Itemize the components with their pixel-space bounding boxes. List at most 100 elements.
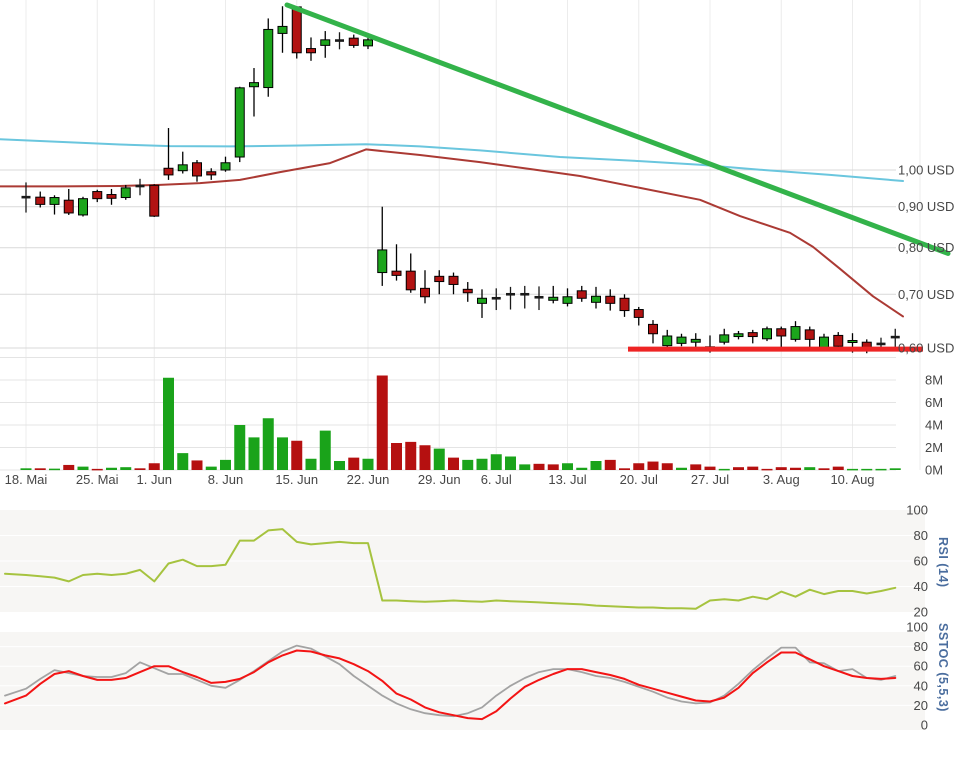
candle xyxy=(663,336,672,346)
volume-bar xyxy=(591,461,602,470)
volume-bar xyxy=(234,425,245,470)
volume-bar xyxy=(491,454,502,470)
candle xyxy=(435,276,444,281)
volume-bar xyxy=(263,418,274,470)
candle xyxy=(235,88,244,157)
volume-bar xyxy=(733,467,744,470)
candle xyxy=(164,168,173,175)
volume-bar xyxy=(747,467,758,470)
candle xyxy=(150,185,159,216)
volume-bar xyxy=(790,468,801,470)
trendline[interactable] xyxy=(287,5,948,254)
price-tick-label: 0,90 USD xyxy=(898,199,954,214)
candle xyxy=(634,310,643,318)
candle xyxy=(649,324,658,333)
volume-bar xyxy=(391,443,402,470)
candle xyxy=(577,291,586,298)
volume-bar xyxy=(306,459,317,470)
volume-bar xyxy=(192,460,203,470)
volume-bar xyxy=(434,449,445,470)
candle xyxy=(178,165,187,171)
candle xyxy=(777,329,786,336)
volume-bar xyxy=(762,469,773,471)
volume-bar xyxy=(92,469,103,471)
volume-bar xyxy=(320,431,331,470)
volume-bar xyxy=(249,437,260,470)
volume-bar xyxy=(21,468,32,470)
volume-bar xyxy=(163,378,174,470)
volume-tick-label: 0M xyxy=(925,463,943,478)
rsi-tick-label: 20 xyxy=(914,605,928,620)
volume-bars xyxy=(21,376,901,471)
volume-tick-label: 8M xyxy=(925,373,943,388)
candle xyxy=(378,250,387,273)
volume-bar xyxy=(135,468,146,470)
date-label: 6. Jul xyxy=(481,472,512,487)
candle xyxy=(36,197,45,204)
candle xyxy=(606,296,615,303)
volume-bar xyxy=(890,468,901,470)
volume-bar xyxy=(120,467,131,470)
volume-axis-labels: 8M 6M 4M 2M 0M xyxy=(925,373,943,478)
stock-chart-canvas[interactable]: 1,00 USD0,90 USD0,80 USD0,70 USD0,60 USD… xyxy=(0,0,968,765)
candle xyxy=(677,337,686,343)
volume-bar xyxy=(206,467,217,470)
candle xyxy=(193,163,202,176)
candle xyxy=(292,7,301,53)
candle xyxy=(264,29,273,87)
rsi-tick-label: 80 xyxy=(914,528,928,543)
rsi-tick-label: 40 xyxy=(914,579,928,594)
candle xyxy=(421,288,430,296)
volume-bar xyxy=(662,463,673,470)
candle xyxy=(691,339,700,342)
volume-bar xyxy=(363,459,374,470)
volume-bar xyxy=(334,461,345,470)
price-tick-label: 1,00 USD xyxy=(898,163,954,178)
volume-bar xyxy=(534,464,545,470)
candle xyxy=(349,38,358,45)
volume-bar xyxy=(49,469,60,471)
candle xyxy=(592,296,601,302)
volume-bar xyxy=(776,467,787,470)
date-label: 18. Mai xyxy=(5,472,48,487)
candle xyxy=(406,271,415,290)
date-label: 15. Jun xyxy=(275,472,318,487)
volume-bar xyxy=(177,453,188,470)
volume-bar xyxy=(106,468,117,470)
candle xyxy=(449,276,458,284)
volume-bar xyxy=(819,468,830,470)
price-tick-label: 0,60 USD xyxy=(898,340,954,355)
volume-bar xyxy=(548,464,559,470)
volume-bar xyxy=(676,468,687,470)
volume-tick-label: 2M xyxy=(925,440,943,455)
volume-bar xyxy=(633,463,644,470)
volume-bar xyxy=(505,457,516,471)
candle xyxy=(278,26,287,33)
indicator-panel-backgrounds xyxy=(0,510,925,730)
date-label: 22. Jun xyxy=(347,472,390,487)
volume-bar xyxy=(833,467,844,470)
candle xyxy=(207,172,216,175)
candle xyxy=(791,327,800,340)
volume-tick-label: 6M xyxy=(925,395,943,410)
candle xyxy=(720,335,729,342)
moving-averages xyxy=(0,139,903,316)
volume-bar xyxy=(35,468,46,470)
volume-bar xyxy=(477,459,488,470)
candle xyxy=(50,198,59,205)
candle xyxy=(734,334,743,337)
volume-bar xyxy=(861,469,872,471)
candle xyxy=(93,192,102,199)
date-label: 1. Jun xyxy=(137,472,172,487)
volume-bar xyxy=(876,469,887,471)
volume-bar xyxy=(519,464,530,470)
candle xyxy=(848,341,857,343)
candle xyxy=(392,271,401,275)
candle xyxy=(834,335,843,346)
candle xyxy=(478,298,487,303)
volume-bar xyxy=(420,445,431,470)
volume-tick-label: 4M xyxy=(925,418,943,433)
candle xyxy=(862,342,871,347)
sstoc-tick-label: 60 xyxy=(914,659,928,674)
candle xyxy=(563,297,572,304)
